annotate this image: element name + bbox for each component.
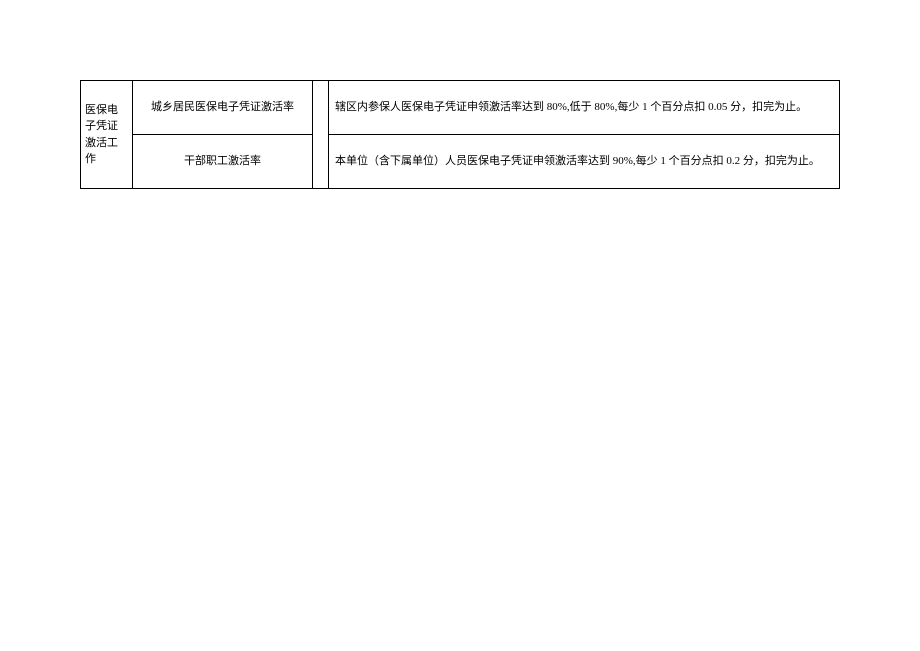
- description-cell: 本单位（含下属单位）人员医保电子凭证申领激活率达到 90%,每少 1 个百分点扣…: [329, 135, 840, 189]
- description-cell: 辖区内参保人医保电子凭证申领激活率达到 80%,低于 80%,每少 1 个百分点…: [329, 81, 840, 135]
- document-table-wrapper: 医保电子凭证激活工作 城乡居民医保电子凭证激活率 辖区内参保人医保电子凭证申领激…: [80, 80, 840, 189]
- table-row: 医保电子凭证激活工作 城乡居民医保电子凭证激活率 辖区内参保人医保电子凭证申领激…: [81, 81, 840, 135]
- metric-cell: 干部职工激活率: [133, 135, 313, 189]
- evaluation-table: 医保电子凭证激活工作 城乡居民医保电子凭证激活率 辖区内参保人医保电子凭证申领激…: [80, 80, 840, 189]
- category-cell: 医保电子凭证激活工作: [81, 81, 133, 189]
- metric-cell: 城乡居民医保电子凭证激活率: [133, 81, 313, 135]
- blank-cell: [313, 81, 329, 189]
- table-row: 干部职工激活率 本单位（含下属单位）人员医保电子凭证申领激活率达到 90%,每少…: [81, 135, 840, 189]
